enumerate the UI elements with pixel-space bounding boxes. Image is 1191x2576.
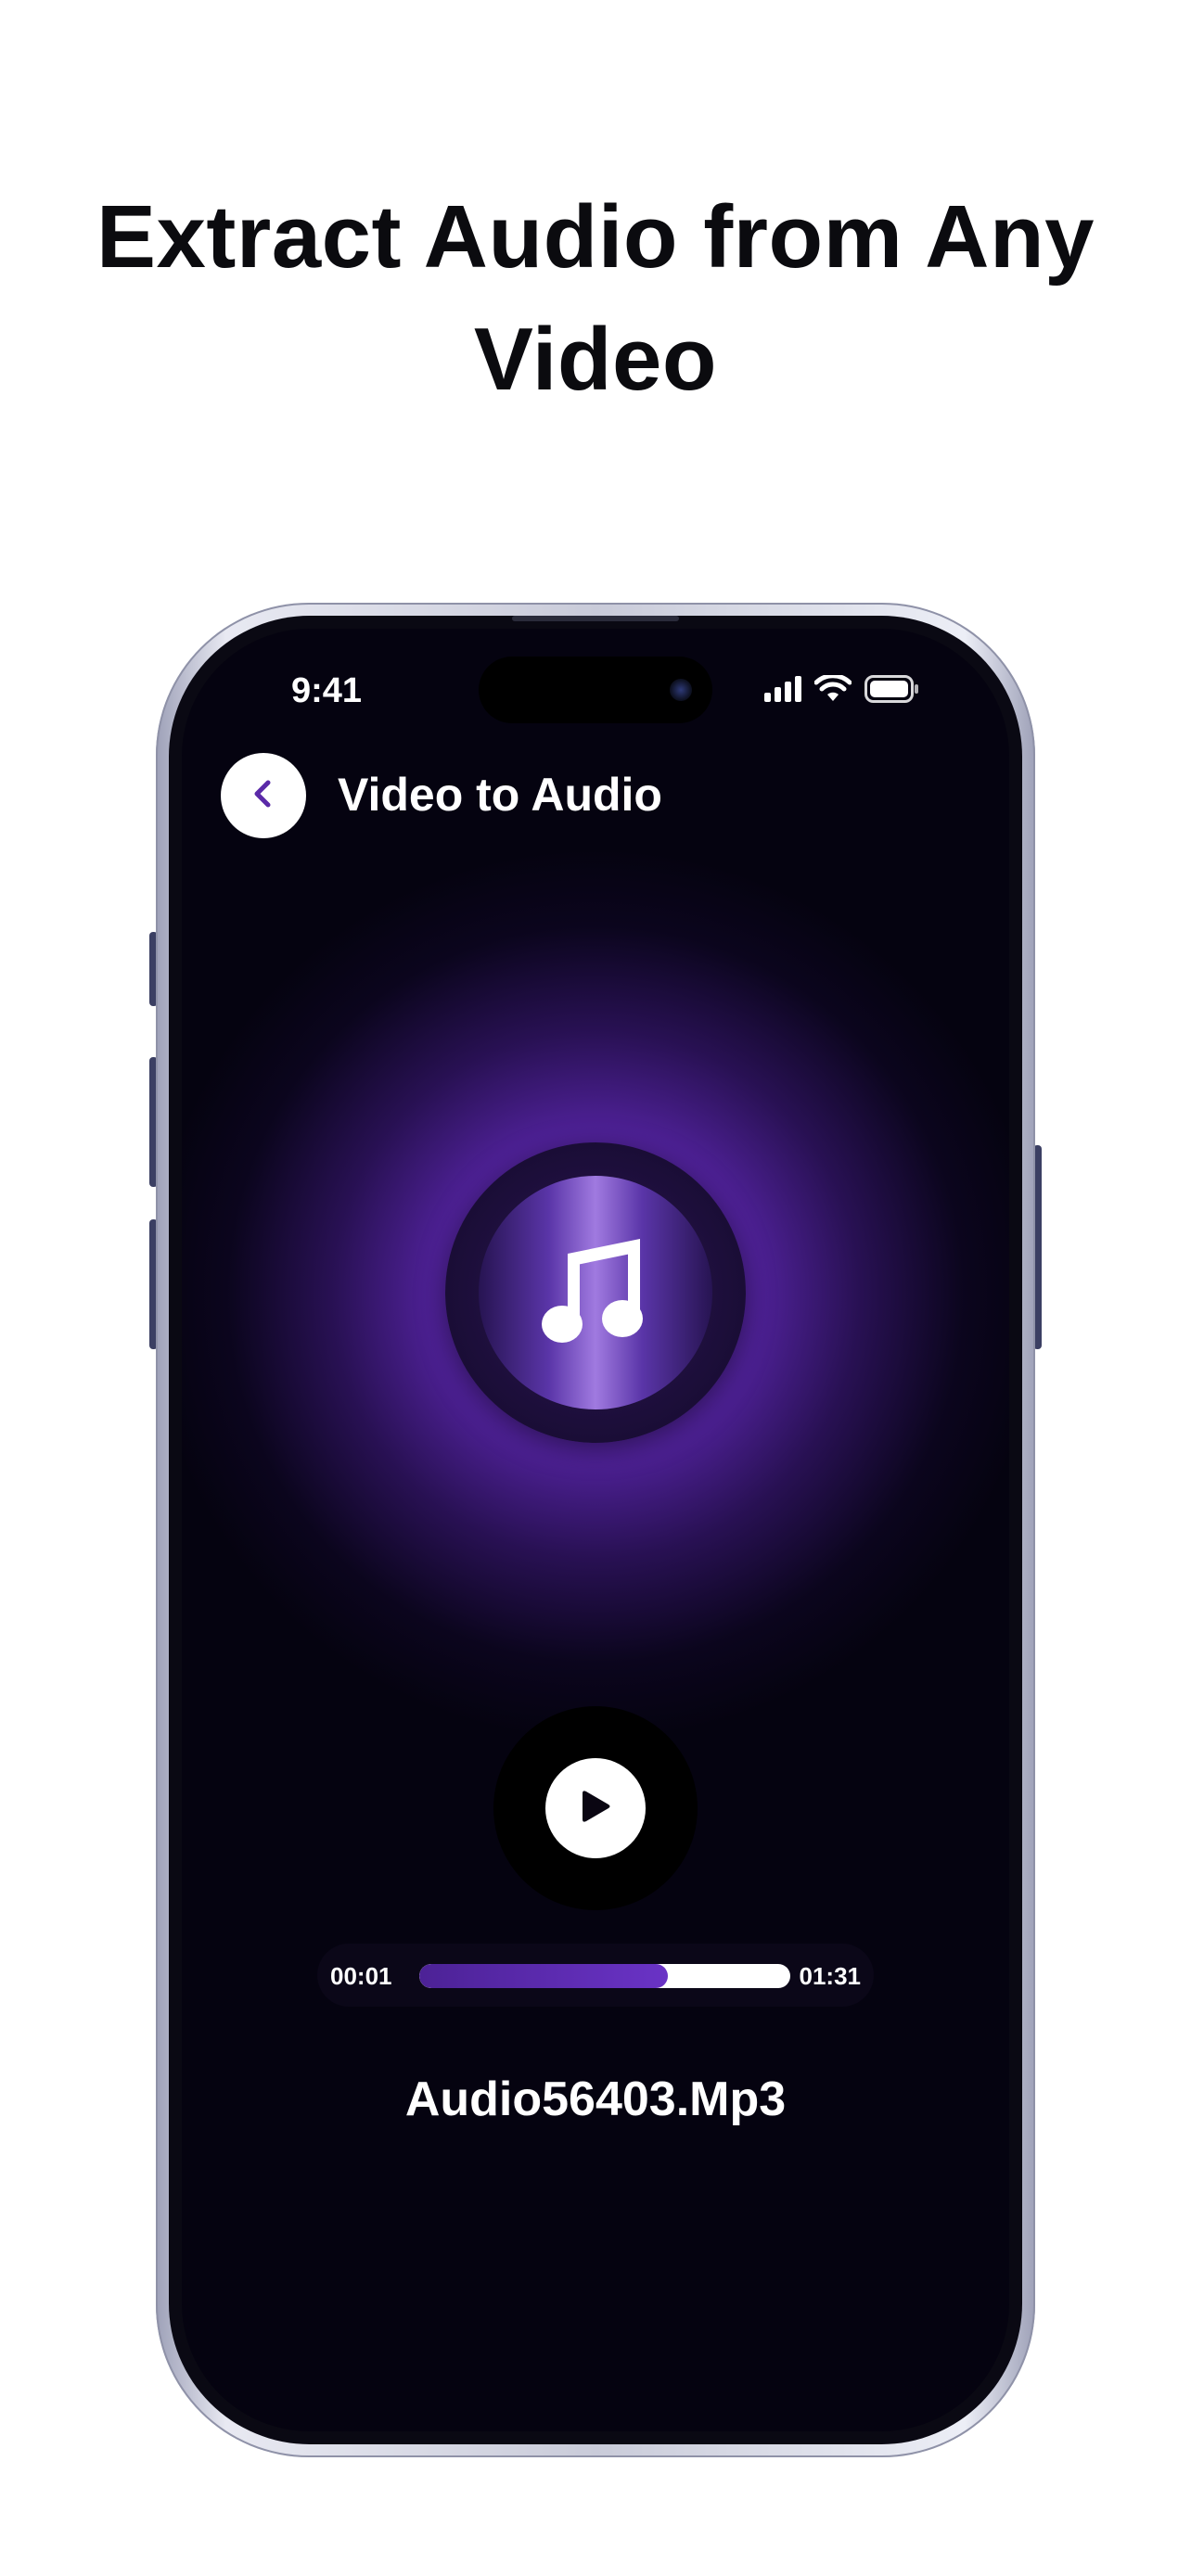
play-icon [574, 1785, 617, 1832]
headline-line-1: Extract Audio from Any [96, 187, 1095, 287]
battery-icon [864, 675, 920, 703]
music-note-icon [531, 1226, 660, 1360]
play-button-container [493, 1706, 698, 1910]
current-time: 00:01 [330, 1962, 392, 1990]
speaker-grille [512, 616, 679, 621]
progress-fill [419, 1964, 668, 1988]
headline-line-2: Video [473, 310, 718, 409]
play-button[interactable] [545, 1758, 646, 1858]
playback-progress: 00:01 01:31 [317, 1944, 874, 2007]
total-time: 01:31 [799, 1962, 862, 1990]
dynamic-island [479, 657, 712, 723]
signal-icon [764, 676, 801, 702]
chevron-left-icon [245, 775, 282, 817]
back-button[interactable] [221, 753, 306, 838]
phone-screen: 9:41 Video to Audio 00:01 01:31 Audio564… [182, 629, 1009, 2431]
album-art-inner [479, 1176, 712, 1409]
progress-track[interactable] [419, 1964, 790, 1988]
headline: Extract Audio from Any Video [0, 176, 1191, 421]
album-art [445, 1142, 746, 1443]
status-icons [764, 675, 920, 703]
status-time: 9:41 [291, 671, 363, 710]
wifi-icon [814, 675, 852, 703]
page-title: Video to Audio [338, 769, 662, 821]
front-camera [670, 679, 692, 701]
file-name: Audio56403.Mp3 [404, 2072, 787, 2126]
